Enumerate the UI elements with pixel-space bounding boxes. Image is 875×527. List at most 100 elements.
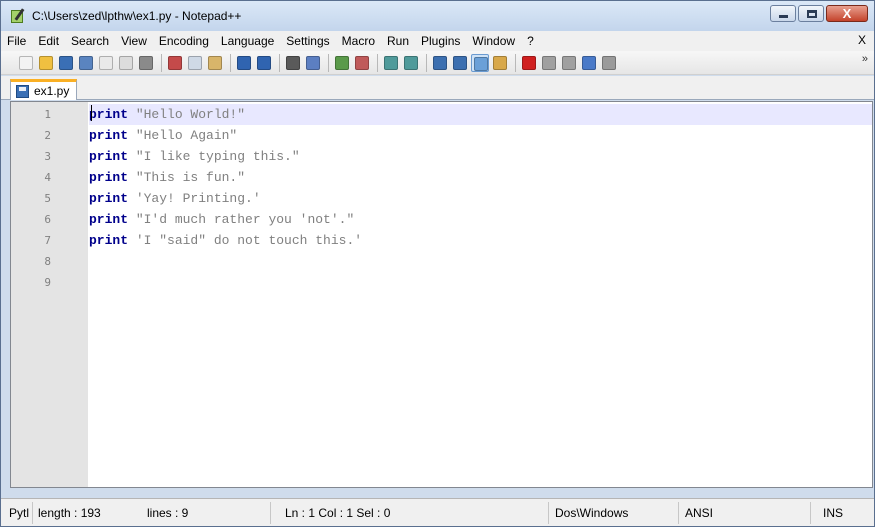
toolbar-separator <box>279 53 280 72</box>
print-button[interactable] <box>137 54 155 72</box>
sync-vertical-icon <box>384 55 398 70</box>
menu-run[interactable]: Run <box>381 34 415 48</box>
sync-horizontal-icon <box>404 55 418 70</box>
toolbar-separator <box>328 53 329 72</box>
cut-button[interactable] <box>166 54 184 72</box>
code-editor[interactable]: 1 2 3 4 5 6 7 8 9 print "Hello World!" print "Hell… <box>10 101 873 488</box>
menu-file[interactable]: File <box>1 34 32 48</box>
string-token: "This is fun." <box>128 170 246 185</box>
string-token: "I like typing this." <box>128 149 300 164</box>
toolbar-overflow-icon[interactable]: » <box>862 53 868 65</box>
redo-icon <box>257 55 271 70</box>
new-file-button[interactable] <box>17 54 35 72</box>
line-number: 3 <box>44 150 51 163</box>
stop-record-button[interactable] <box>540 54 558 72</box>
menu-plugins[interactable]: Plugins <box>415 34 466 48</box>
replace-button[interactable] <box>304 54 322 72</box>
indent-guide-button[interactable] <box>471 53 489 72</box>
code-line[interactable]: print "This is fun." <box>89 167 872 188</box>
code-line[interactable]: print "I like typing this." <box>89 146 872 167</box>
tab-ex1-py[interactable]: ex1.py <box>10 79 77 100</box>
undo-button[interactable] <box>235 54 253 72</box>
zoom-in-button[interactable] <box>333 54 351 72</box>
status-bar: Pytl length : 193 lines : 9 Ln : 1 Col :… <box>1 498 874 526</box>
menu-search[interactable]: Search <box>65 34 115 48</box>
close-all-icon <box>119 55 133 70</box>
zoom-in-icon <box>335 55 349 70</box>
close-file-button[interactable] <box>97 54 115 72</box>
save-all-icon <box>79 55 93 70</box>
zoom-out-icon <box>355 55 369 70</box>
maximize-icon <box>807 10 817 18</box>
open-file-icon <box>39 55 53 70</box>
title-bar[interactable]: C:\Users\zed\lpthw\ex1.py - Notepad++ X <box>1 1 874 31</box>
close-all-button[interactable] <box>117 54 135 72</box>
string-token: "Hello Again" <box>128 128 238 143</box>
paste-icon <box>208 55 222 70</box>
keyword-token: print <box>89 149 129 164</box>
code-line[interactable] <box>89 251 872 272</box>
minimize-icon <box>779 15 788 18</box>
window-title: C:\Users\zed\lpthw\ex1.py - Notepad++ <box>32 9 242 23</box>
play-multiple-button[interactable] <box>580 54 598 72</box>
menu-help[interactable]: ? <box>521 34 540 48</box>
toolbar-separator <box>426 53 427 72</box>
code-line[interactable]: print 'I "said" do not touch this.' <box>89 230 872 251</box>
keyword-token: print <box>89 128 129 143</box>
window-controls: X <box>770 5 868 22</box>
close-document-button[interactable]: X <box>858 33 866 47</box>
menu-language[interactable]: Language <box>215 34 280 48</box>
find-button[interactable] <box>284 54 302 72</box>
word-wrap-button[interactable] <box>431 54 449 72</box>
string-token: "I'd much rather you 'not'." <box>128 212 355 227</box>
code-line[interactable]: print "I'd much rather you 'not'." <box>89 209 872 230</box>
paste-button[interactable] <box>206 54 224 72</box>
save-macro-button[interactable] <box>600 54 618 72</box>
save-all-button[interactable] <box>77 54 95 72</box>
toolbar-separator <box>230 53 231 72</box>
save-macro-icon <box>602 55 616 70</box>
redo-button[interactable] <box>255 54 273 72</box>
code-line[interactable]: print "Hello Again" <box>89 125 872 146</box>
menu-settings[interactable]: Settings <box>280 34 335 48</box>
word-wrap-icon <box>433 55 447 70</box>
string-token: "Hello World!" <box>128 107 246 122</box>
toolbar-separator <box>161 53 162 72</box>
line-number: 6 <box>44 213 51 226</box>
line-number: 9 <box>44 276 51 289</box>
status-length: length : 193 <box>38 506 101 520</box>
menu-view[interactable]: View <box>115 34 153 48</box>
code-line[interactable] <box>89 272 872 293</box>
current-code-line[interactable]: print "Hello World!" <box>89 104 872 125</box>
record-macro-button[interactable] <box>520 54 538 72</box>
toolbar: » <box>1 51 874 75</box>
user-lang-button[interactable] <box>491 54 509 72</box>
keyword-token: print <box>89 233 129 248</box>
menu-macro[interactable]: Macro <box>336 34 381 48</box>
open-file-button[interactable] <box>37 54 55 72</box>
maximize-button[interactable] <box>798 5 824 22</box>
menu-encoding[interactable]: Encoding <box>153 34 215 48</box>
stop-record-icon <box>542 55 556 70</box>
record-macro-icon <box>522 55 536 70</box>
status-eol-format: Dos\Windows <box>551 502 679 524</box>
replace-icon <box>306 55 320 70</box>
line-number: 5 <box>44 192 51 205</box>
sync-horizontal-button[interactable] <box>402 54 420 72</box>
status-lines: lines : 9 <box>143 502 271 524</box>
tab-label: ex1.py <box>34 84 70 98</box>
close-window-button[interactable]: X <box>826 5 868 22</box>
zoom-out-button[interactable] <box>353 54 371 72</box>
code-line[interactable]: print 'Yay! Printing.' <box>89 188 872 209</box>
tab-bar: ex1.py <box>1 76 874 100</box>
menu-window[interactable]: Window <box>466 34 521 48</box>
show-all-chars-button[interactable] <box>451 54 469 72</box>
line-number: 7 <box>44 234 51 247</box>
menu-edit[interactable]: Edit <box>32 34 65 48</box>
sync-vertical-button[interactable] <box>382 54 400 72</box>
line-number: 1 <box>44 108 51 121</box>
minimize-button[interactable] <box>770 5 796 22</box>
copy-button[interactable] <box>186 54 204 72</box>
save-button[interactable] <box>57 54 75 72</box>
play-macro-button[interactable] <box>560 54 578 72</box>
